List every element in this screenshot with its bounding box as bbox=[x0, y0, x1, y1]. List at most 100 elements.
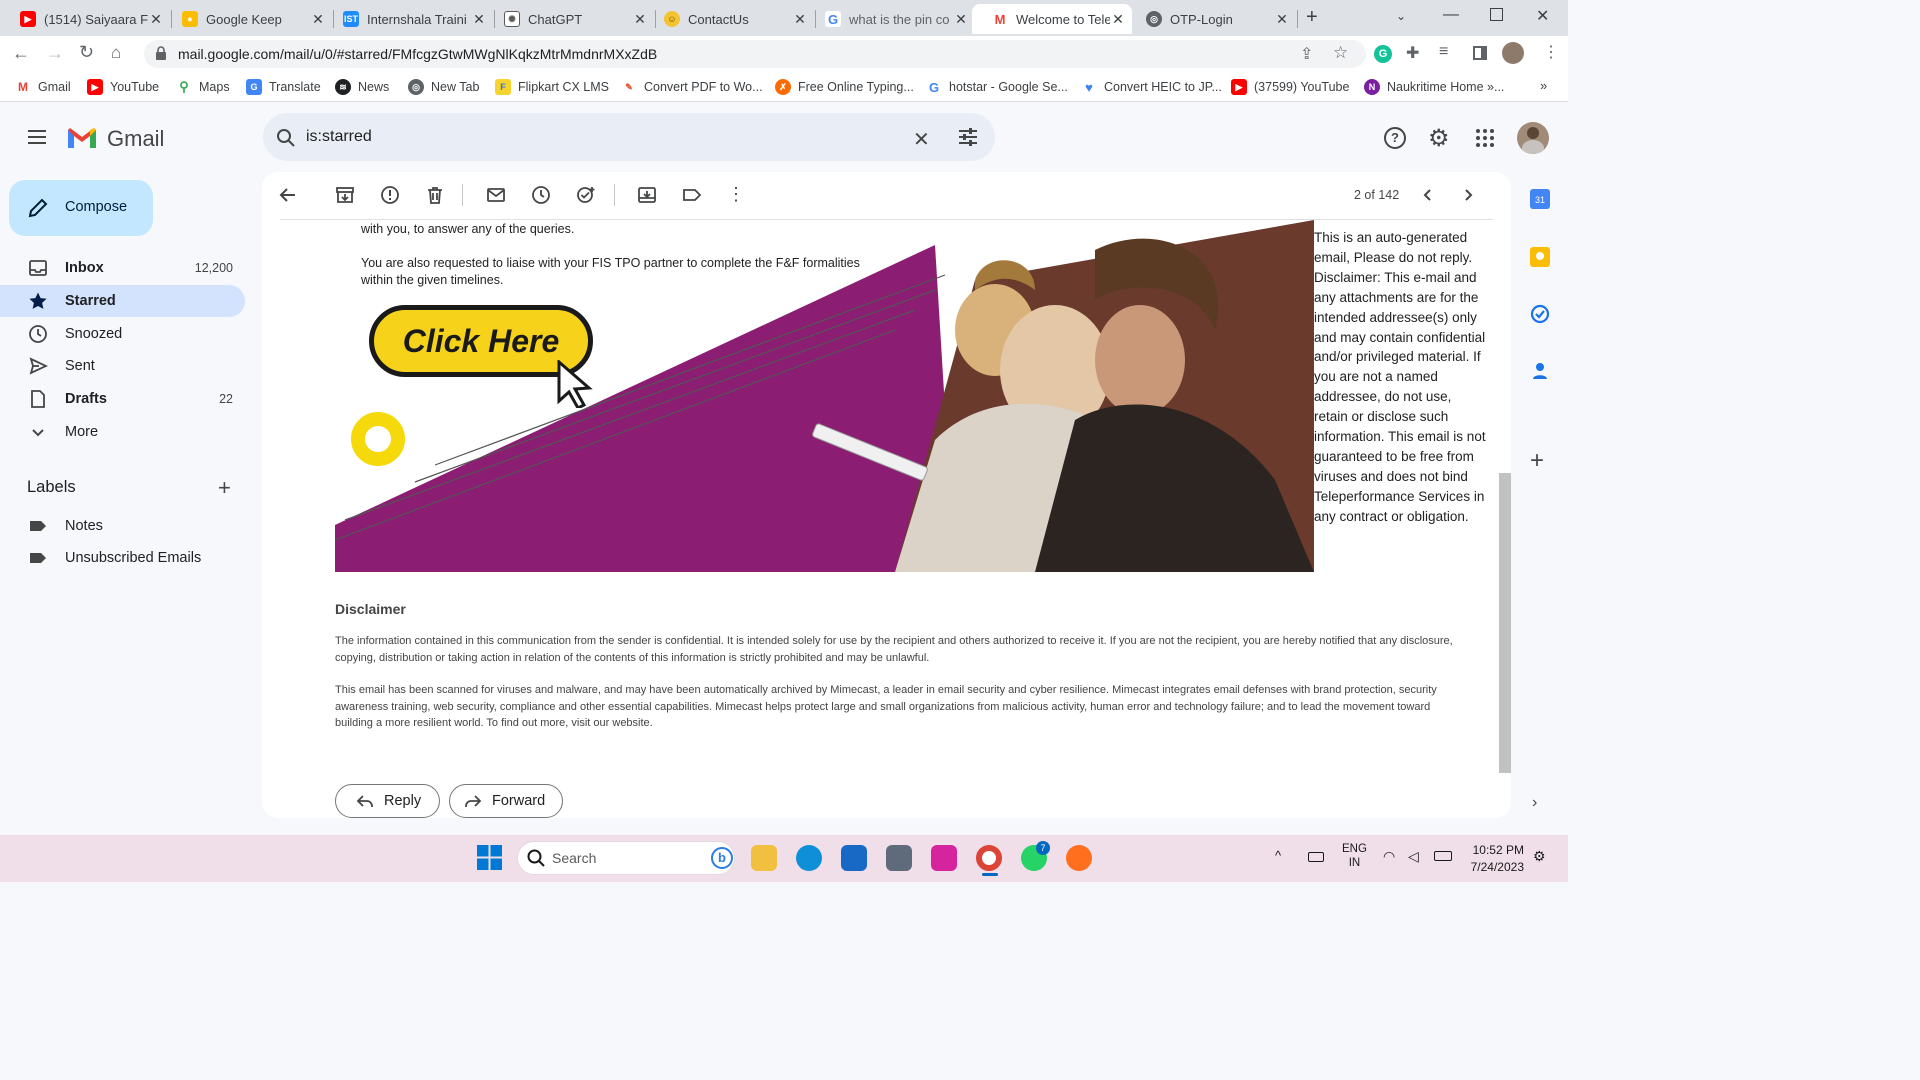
close-window-button[interactable]: ✕ bbox=[1536, 6, 1549, 26]
forward-button[interactable]: Forward bbox=[449, 784, 563, 818]
search-input[interactable]: is:starred bbox=[306, 128, 372, 146]
keyboard-icon[interactable] bbox=[1308, 852, 1324, 862]
bookmark-star-icon[interactable]: ☆ bbox=[1333, 43, 1348, 63]
search-options-icon[interactable] bbox=[958, 127, 978, 147]
close-tab-icon[interactable]: ✕ bbox=[1274, 11, 1290, 28]
label-item-notes[interactable]: Notes bbox=[0, 510, 245, 542]
gmail-brand[interactable]: Gmail bbox=[107, 126, 164, 152]
more-bookmarks-icon[interactable]: » bbox=[1540, 78, 1547, 93]
bookmark-naukri[interactable]: N Naukritime Home »... bbox=[1364, 79, 1504, 95]
extensions-icon[interactable]: ✚ bbox=[1406, 43, 1419, 63]
label-icon[interactable] bbox=[682, 185, 702, 205]
nav-item-snoozed[interactable]: Snoozed bbox=[0, 318, 245, 350]
reading-list-icon[interactable]: ≡ bbox=[1439, 43, 1448, 61]
taskbar-search-box[interactable] bbox=[517, 841, 735, 875]
bing-icon[interactable]: b bbox=[711, 847, 733, 869]
tab-internshala[interactable]: IST Internshala Traini ✕ bbox=[323, 4, 493, 34]
forward-arrow-icon[interactable]: → bbox=[46, 43, 64, 64]
older-chevron-right-icon[interactable] bbox=[1458, 185, 1478, 205]
wifi-icon[interactable]: ◠ bbox=[1383, 848, 1395, 865]
url-text[interactable]: mail.google.com/mail/u/0/#starred/FMfcgz… bbox=[178, 46, 657, 62]
delete-trash-icon[interactable] bbox=[425, 185, 445, 205]
windows-start-icon[interactable] bbox=[477, 845, 502, 870]
home-icon[interactable]: ⌂ bbox=[111, 43, 121, 63]
help-icon[interactable]: ? bbox=[1384, 127, 1406, 149]
side-panel-icon[interactable] bbox=[1473, 46, 1487, 60]
newer-chevron-left-icon[interactable] bbox=[1418, 185, 1438, 205]
label-item-unsubscribed[interactable]: Unsubscribed Emails bbox=[0, 542, 245, 574]
tab-google-search[interactable]: G what is the pin co ✕ bbox=[805, 4, 975, 34]
nav-item-sent[interactable]: Sent bbox=[0, 350, 245, 382]
reload-icon[interactable]: ↻ bbox=[79, 42, 94, 63]
add-task-icon[interactable] bbox=[576, 185, 596, 205]
tab-otp-login[interactable]: ◎ OTP-Login ✕ bbox=[1126, 4, 1296, 34]
contacts-icon[interactable] bbox=[1530, 361, 1550, 381]
search-icon[interactable] bbox=[276, 128, 296, 148]
archive-icon[interactable] bbox=[335, 185, 355, 205]
file-explorer-icon[interactable] bbox=[751, 845, 777, 871]
reply-button[interactable]: Reply bbox=[335, 784, 440, 818]
tab-chatgpt[interactable]: ✺ ChatGPT ✕ bbox=[484, 4, 654, 34]
restore-window-button[interactable] bbox=[1490, 8, 1503, 21]
nav-item-inbox[interactable]: Inbox 12,200 bbox=[0, 252, 245, 284]
bookmark-news[interactable]: ≋ News bbox=[335, 79, 389, 95]
instagram-icon[interactable] bbox=[931, 845, 957, 871]
bookmark-youtube[interactable]: ▶ YouTube bbox=[87, 79, 159, 95]
chrome-icon[interactable] bbox=[976, 845, 1002, 871]
report-spam-icon[interactable] bbox=[380, 185, 400, 205]
calendar-icon[interactable]: 31 bbox=[1530, 189, 1550, 209]
mark-unread-icon[interactable] bbox=[486, 185, 506, 205]
camera-icon[interactable] bbox=[886, 845, 912, 871]
minimize-window-button[interactable]: — bbox=[1443, 6, 1459, 24]
tab-contactus[interactable]: ☺ ContactUs ✕ bbox=[644, 4, 814, 34]
clock-date[interactable]: 10:52 PM 7/24/2023 bbox=[1466, 843, 1524, 874]
keep-icon[interactable] bbox=[1530, 247, 1550, 267]
volume-icon[interactable]: ◁ bbox=[1408, 848, 1419, 865]
bookmark-heic[interactable]: ♥ Convert HEIC to JP... bbox=[1081, 79, 1222, 95]
tab-search-chevron-icon[interactable]: ⌄ bbox=[1396, 9, 1406, 23]
get-addons-plus-icon[interactable]: + bbox=[1530, 447, 1544, 475]
main-menu-icon[interactable] bbox=[27, 127, 47, 147]
profile-avatar[interactable] bbox=[1502, 42, 1524, 64]
snooze-clock-icon[interactable] bbox=[531, 185, 551, 205]
add-label-icon[interactable]: + bbox=[218, 475, 231, 501]
hidden-icons-chevron-icon[interactable]: ^ bbox=[1275, 848, 1281, 863]
bookmark-new-tab[interactable]: ◎ New Tab bbox=[408, 79, 479, 95]
tab-gmail-active[interactable]: M Welcome to Telep ✕ bbox=[972, 4, 1132, 34]
show-side-panel-chevron-icon[interactable]: › bbox=[1532, 794, 1537, 812]
bookmark-translate[interactable]: G Translate bbox=[246, 79, 321, 95]
bookmark-gmail[interactable]: M Gmail bbox=[15, 79, 71, 95]
more-options-icon[interactable]: ⋮ bbox=[727, 184, 745, 205]
nav-item-more[interactable]: More bbox=[0, 416, 245, 448]
settings-gear-icon[interactable]: ⚙ bbox=[1428, 124, 1450, 153]
bookmark-flipkart[interactable]: F Flipkart CX LMS bbox=[495, 79, 609, 95]
new-tab-button[interactable]: + bbox=[1306, 6, 1318, 29]
tab-google-keep[interactable]: ● Google Keep ✕ bbox=[162, 4, 332, 34]
bookmark-hotstar-search[interactable]: Ghotstar - Google Se... bbox=[926, 79, 1068, 95]
microsoft-store-icon[interactable] bbox=[841, 845, 867, 871]
edge-icon[interactable] bbox=[796, 845, 822, 871]
compose-button[interactable]: Compose bbox=[9, 180, 153, 236]
input-language[interactable]: ENG IN bbox=[1342, 843, 1367, 869]
browser-menu-icon[interactable]: ⋮ bbox=[1543, 42, 1559, 62]
bookmark-maps[interactable]: ⚲ Maps bbox=[176, 79, 230, 95]
bookmark-pdf-convert[interactable]: ✎ Convert PDF to Wo... bbox=[621, 79, 763, 95]
account-avatar[interactable] bbox=[1517, 122, 1549, 154]
close-tab-icon[interactable]: ✕ bbox=[1110, 11, 1126, 28]
google-apps-icon[interactable] bbox=[1475, 128, 1495, 148]
back-arrow-icon[interactable]: ← bbox=[12, 43, 30, 64]
grammarly-icon[interactable]: G bbox=[1374, 45, 1392, 63]
battery-icon[interactable] bbox=[1434, 851, 1452, 861]
bookmark-typing[interactable]: ✗ Free Online Typing... bbox=[775, 79, 914, 95]
clear-search-icon[interactable]: ✕ bbox=[913, 127, 930, 152]
nav-item-drafts[interactable]: Drafts 22 bbox=[0, 383, 245, 415]
tasks-icon[interactable] bbox=[1530, 304, 1550, 324]
tab-youtube[interactable]: ▶ (1514) Saiyaara Fu ✕ bbox=[0, 4, 170, 34]
back-to-list-icon[interactable] bbox=[278, 185, 298, 205]
share-icon[interactable]: ⇪ bbox=[1300, 44, 1313, 64]
bookmark-youtube-2[interactable]: ▶ (37599) YouTube bbox=[1231, 79, 1349, 95]
mail-search-bar[interactable] bbox=[263, 113, 995, 161]
nav-item-starred[interactable]: Starred bbox=[0, 285, 245, 317]
firefox-icon[interactable] bbox=[1066, 845, 1092, 871]
lock-icon[interactable] bbox=[155, 46, 167, 60]
